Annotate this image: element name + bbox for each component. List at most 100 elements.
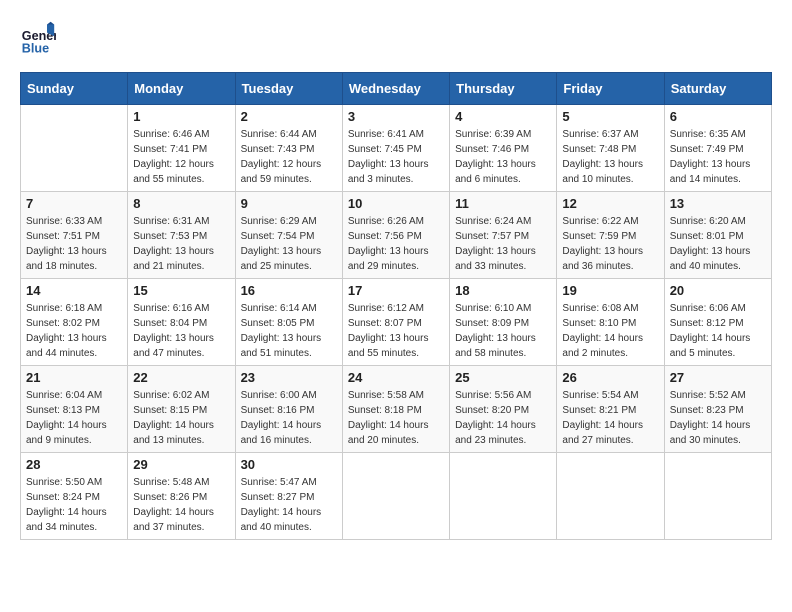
day-info: Sunrise: 6:37 AMSunset: 7:48 PMDaylight:…: [562, 127, 658, 187]
day-info: Sunrise: 6:24 AMSunset: 7:57 PMDaylight:…: [455, 214, 551, 274]
svg-text:Blue: Blue: [22, 41, 49, 55]
day-number: 18: [455, 283, 551, 298]
day-number: 24: [348, 370, 444, 385]
day-info: Sunrise: 6:22 AMSunset: 7:59 PMDaylight:…: [562, 214, 658, 274]
calendar-cell: 12 Sunrise: 6:22 AMSunset: 7:59 PMDayligh…: [557, 192, 664, 279]
calendar-cell: 27Sunrise: 5:52 AMSunset: 8:23 PMDayligh…: [664, 366, 771, 453]
day-info: Sunrise: 6:46 AMSunset: 7:41 PMDaylight:…: [133, 127, 229, 187]
day-info: Sunrise: 5:56 AMSunset: 8:20 PMDaylight:…: [455, 388, 551, 448]
day-number: 23: [241, 370, 337, 385]
calendar-cell: 7Sunrise: 6:33 AMSunset: 7:51 PMDaylight…: [21, 192, 128, 279]
calendar-week-row: 1 Sunrise: 6:46 AMSunset: 7:41 PMDaylight…: [21, 105, 772, 192]
calendar-cell: 16 Sunrise: 6:14 AMSunset: 8:05 PMDayligh…: [235, 279, 342, 366]
day-number: 16: [241, 283, 337, 298]
day-info: Sunrise: 6:41 AMSunset: 7:45 PMDaylight:…: [348, 127, 444, 187]
day-number: 13: [670, 196, 766, 211]
calendar-cell: 23 Sunrise: 6:00 AMSunset: 8:16 PMDayligh…: [235, 366, 342, 453]
day-info: Sunrise: 5:54 AMSunset: 8:21 PMDaylight:…: [562, 388, 658, 448]
calendar-cell: 13 Sunrise: 6:20 AMSunset: 8:01 PMDayligh…: [664, 192, 771, 279]
calendar-table: SundayMondayTuesdayWednesdayThursdayFrid…: [20, 72, 772, 540]
col-header-friday: Friday: [557, 73, 664, 105]
col-header-saturday: Saturday: [664, 73, 771, 105]
calendar-cell: 8 Sunrise: 6:31 AMSunset: 7:53 PMDaylight…: [128, 192, 235, 279]
calendar-cell: 30 Sunrise: 5:47 AMSunset: 8:27 PMDayligh…: [235, 453, 342, 540]
day-info: Sunrise: 6:10 AMSunset: 8:09 PMDaylight:…: [455, 301, 551, 361]
day-number: 19: [562, 283, 658, 298]
day-number: 14: [26, 283, 122, 298]
day-number: 1: [133, 109, 229, 124]
day-number: 29: [133, 457, 229, 472]
day-number: 25: [455, 370, 551, 385]
calendar-cell: 18 Sunrise: 6:10 AMSunset: 8:09 PMDayligh…: [450, 279, 557, 366]
day-info: Sunrise: 6:29 AMSunset: 7:54 PMDaylight:…: [241, 214, 337, 274]
page-header: General Blue: [20, 20, 772, 56]
day-info: Sunrise: 6:39 AMSunset: 7:46 PMDaylight:…: [455, 127, 551, 187]
day-number: 30: [241, 457, 337, 472]
calendar-cell: [557, 453, 664, 540]
day-info: Sunrise: 5:58 AMSunset: 8:18 PMDaylight:…: [348, 388, 444, 448]
day-info: Sunrise: 5:50 AMSunset: 8:24 PMDaylight:…: [26, 475, 122, 535]
day-info: Sunrise: 6:06 AMSunset: 8:12 PMDaylight:…: [670, 301, 766, 361]
day-info: Sunrise: 6:18 AMSunset: 8:02 PMDaylight:…: [26, 301, 122, 361]
day-info: Sunrise: 6:14 AMSunset: 8:05 PMDaylight:…: [241, 301, 337, 361]
calendar-cell: 1 Sunrise: 6:46 AMSunset: 7:41 PMDaylight…: [128, 105, 235, 192]
calendar-cell: 19 Sunrise: 6:08 AMSunset: 8:10 PMDayligh…: [557, 279, 664, 366]
day-info: Sunrise: 6:16 AMSunset: 8:04 PMDaylight:…: [133, 301, 229, 361]
day-info: Sunrise: 6:44 AMSunset: 7:43 PMDaylight:…: [241, 127, 337, 187]
calendar-cell: 9Sunrise: 6:29 AMSunset: 7:54 PMDaylight…: [235, 192, 342, 279]
calendar-cell: 17 Sunrise: 6:12 AMSunset: 8:07 PMDayligh…: [342, 279, 449, 366]
day-info: Sunrise: 6:26 AMSunset: 7:56 PMDaylight:…: [348, 214, 444, 274]
calendar-week-row: 21Sunrise: 6:04 AMSunset: 8:13 PMDayligh…: [21, 366, 772, 453]
day-info: Sunrise: 6:00 AMSunset: 8:16 PMDaylight:…: [241, 388, 337, 448]
calendar-cell: 15Sunrise: 6:16 AMSunset: 8:04 PMDayligh…: [128, 279, 235, 366]
day-info: Sunrise: 6:35 AMSunset: 7:49 PMDaylight:…: [670, 127, 766, 187]
day-info: Sunrise: 6:04 AMSunset: 8:13 PMDaylight:…: [26, 388, 122, 448]
calendar-cell: [450, 453, 557, 540]
calendar-cell: 29 Sunrise: 5:48 AMSunset: 8:26 PMDayligh…: [128, 453, 235, 540]
day-number: 4: [455, 109, 551, 124]
calendar-cell: 20 Sunrise: 6:06 AMSunset: 8:12 PMDayligh…: [664, 279, 771, 366]
col-header-tuesday: Tuesday: [235, 73, 342, 105]
day-number: 17: [348, 283, 444, 298]
day-info: Sunrise: 6:08 AMSunset: 8:10 PMDaylight:…: [562, 301, 658, 361]
col-header-sunday: Sunday: [21, 73, 128, 105]
day-number: 2: [241, 109, 337, 124]
logo: General Blue: [20, 20, 60, 56]
calendar-cell: [21, 105, 128, 192]
day-number: 7: [26, 196, 122, 211]
day-number: 5: [562, 109, 658, 124]
day-number: 12: [562, 196, 658, 211]
calendar-cell: 3 Sunrise: 6:41 AMSunset: 7:45 PMDaylight…: [342, 105, 449, 192]
calendar-cell: 22Sunrise: 6:02 AMSunset: 8:15 PMDayligh…: [128, 366, 235, 453]
day-number: 8: [133, 196, 229, 211]
day-info: Sunrise: 6:31 AMSunset: 7:53 PMDaylight:…: [133, 214, 229, 274]
calendar-cell: 2 Sunrise: 6:44 AMSunset: 7:43 PMDaylight…: [235, 105, 342, 192]
calendar-cell: 14 Sunrise: 6:18 AMSunset: 8:02 PMDayligh…: [21, 279, 128, 366]
col-header-wednesday: Wednesday: [342, 73, 449, 105]
day-number: 10: [348, 196, 444, 211]
calendar-cell: 10 Sunrise: 6:26 AMSunset: 7:56 PMDayligh…: [342, 192, 449, 279]
calendar-cell: 5 Sunrise: 6:37 AMSunset: 7:48 PMDaylight…: [557, 105, 664, 192]
day-info: Sunrise: 5:48 AMSunset: 8:26 PMDaylight:…: [133, 475, 229, 535]
calendar-cell: 6Sunrise: 6:35 AMSunset: 7:49 PMDaylight…: [664, 105, 771, 192]
calendar-cell: 4 Sunrise: 6:39 AMSunset: 7:46 PMDaylight…: [450, 105, 557, 192]
day-number: 3: [348, 109, 444, 124]
calendar-week-row: 14 Sunrise: 6:18 AMSunset: 8:02 PMDayligh…: [21, 279, 772, 366]
day-number: 11: [455, 196, 551, 211]
calendar-week-row: 7Sunrise: 6:33 AMSunset: 7:51 PMDaylight…: [21, 192, 772, 279]
calendar-cell: 11 Sunrise: 6:24 AMSunset: 7:57 PMDayligh…: [450, 192, 557, 279]
day-number: 20: [670, 283, 766, 298]
calendar-cell: [342, 453, 449, 540]
day-number: 28: [26, 457, 122, 472]
calendar-cell: 28 Sunrise: 5:50 AMSunset: 8:24 PMDayligh…: [21, 453, 128, 540]
calendar-header-row: SundayMondayTuesdayWednesdayThursdayFrid…: [21, 73, 772, 105]
col-header-monday: Monday: [128, 73, 235, 105]
day-info: Sunrise: 6:20 AMSunset: 8:01 PMDaylight:…: [670, 214, 766, 274]
day-info: Sunrise: 6:12 AMSunset: 8:07 PMDaylight:…: [348, 301, 444, 361]
day-info: Sunrise: 6:02 AMSunset: 8:15 PMDaylight:…: [133, 388, 229, 448]
calendar-cell: 24 Sunrise: 5:58 AMSunset: 8:18 PMDayligh…: [342, 366, 449, 453]
day-info: Sunrise: 5:47 AMSunset: 8:27 PMDaylight:…: [241, 475, 337, 535]
calendar-cell: [664, 453, 771, 540]
calendar-cell: 25 Sunrise: 5:56 AMSunset: 8:20 PMDayligh…: [450, 366, 557, 453]
calendar-cell: 21Sunrise: 6:04 AMSunset: 8:13 PMDayligh…: [21, 366, 128, 453]
